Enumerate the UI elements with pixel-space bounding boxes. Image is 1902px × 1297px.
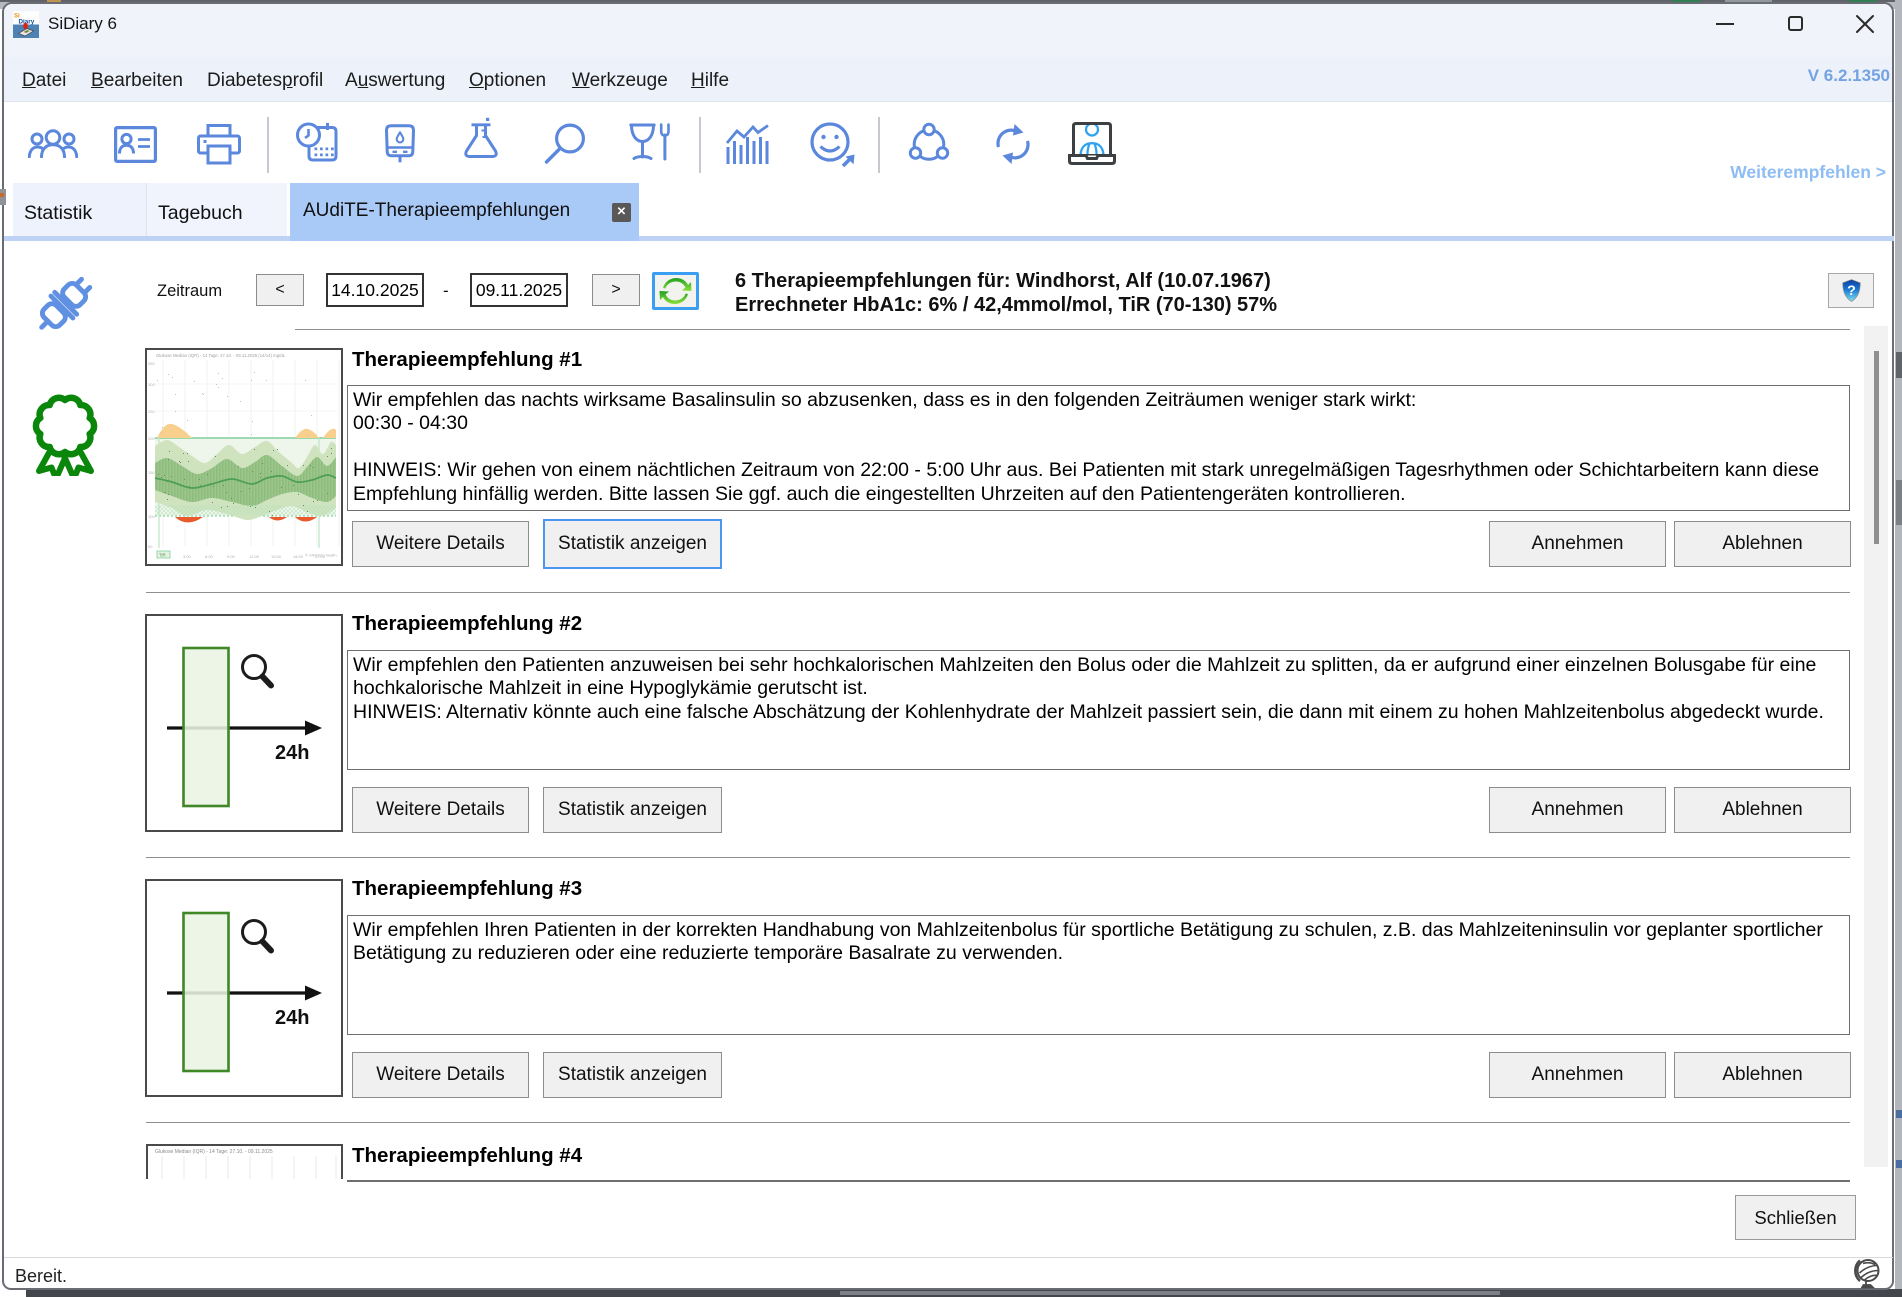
svg-text:© SINOVO health: © SINOVO health bbox=[305, 553, 337, 558]
svg-text:150: 150 bbox=[148, 470, 155, 475]
svg-text:350: 350 bbox=[148, 361, 155, 366]
svg-text:Glukose Median (IQR) - 14 Tage: Glukose Median (IQR) - 14 Tage: 27.10. -… bbox=[155, 1149, 273, 1155]
svg-text:250: 250 bbox=[148, 409, 155, 414]
svg-text:3:00: 3:00 bbox=[183, 554, 192, 559]
svg-text:100: 100 bbox=[148, 514, 155, 519]
svg-text:200: 200 bbox=[148, 436, 155, 441]
svg-text:24h: 24h bbox=[275, 742, 309, 764]
svg-text:300: 300 bbox=[148, 382, 155, 387]
svg-text:12:00: 12:00 bbox=[249, 554, 260, 559]
svg-text:18:00: 18:00 bbox=[293, 554, 304, 559]
svg-text:Glukose Median (IQR) - 14 Tage: Glukose Median (IQR) - 14 Tage: 27.10. -… bbox=[156, 353, 286, 358]
svg-text:?: ? bbox=[1847, 283, 1856, 299]
svg-text:50: 50 bbox=[148, 544, 153, 549]
svg-text:TiR: TiR bbox=[159, 553, 166, 558]
svg-text:9:00: 9:00 bbox=[227, 554, 236, 559]
svg-text:6:00: 6:00 bbox=[205, 554, 214, 559]
svg-text:15:00: 15:00 bbox=[271, 554, 282, 559]
svg-text:24h: 24h bbox=[275, 1007, 309, 1029]
